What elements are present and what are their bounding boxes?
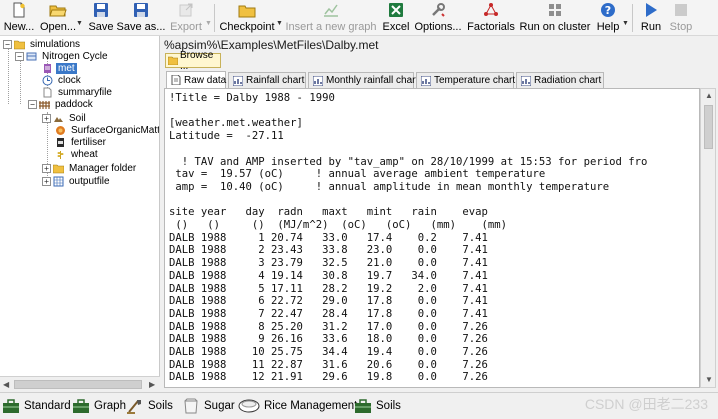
expand-toggle[interactable]: + xyxy=(42,114,51,123)
factorials-network-icon xyxy=(482,1,500,19)
excel-button[interactable]: Excel xyxy=(382,0,410,36)
help-icon: ? xyxy=(599,1,617,19)
open-button[interactable]: Open... xyxy=(40,0,76,36)
expand-toggle[interactable]: + xyxy=(42,164,51,173)
raw-data-text[interactable]: !Title = Dalby 1988 - 1990 [weather.met.… xyxy=(165,89,699,384)
toolbox-soils-2[interactable]: Soils xyxy=(354,397,401,415)
scroll-down-arrow-icon[interactable]: ▼ xyxy=(705,375,713,384)
document-icon xyxy=(42,87,53,98)
floppy-disk-icon xyxy=(92,1,110,19)
folder-icon xyxy=(13,39,26,50)
play-icon xyxy=(642,1,660,19)
simulation-tree[interactable]: − simulations − Nitrogen Cycle met clock… xyxy=(0,36,160,376)
fence-icon xyxy=(39,99,50,110)
open-folder-icon xyxy=(49,1,67,19)
tab-rainfall-chart[interactable]: Rainfall chart xyxy=(228,72,306,88)
chart-icon xyxy=(312,75,324,86)
shovel-icon xyxy=(126,398,144,414)
tree-node-wheat[interactable]: wheat xyxy=(55,148,100,161)
met-file-icon xyxy=(42,63,53,74)
svg-text:?: ? xyxy=(605,4,611,17)
expand-toggle[interactable]: + xyxy=(42,177,51,186)
toolbox-icon xyxy=(2,398,20,414)
scrollbar-thumb[interactable] xyxy=(704,105,713,149)
simulation-icon xyxy=(26,51,37,62)
wheat-icon xyxy=(55,149,66,160)
insert-graph-button[interactable]: Insert a new graph xyxy=(285,0,377,36)
tab-raw-data[interactable]: Raw data xyxy=(166,71,226,88)
toolbox-sugar[interactable]: Sugar xyxy=(182,397,235,415)
collapse-toggle[interactable]: − xyxy=(15,52,24,61)
tree-node-outputfile[interactable]: + outputfile xyxy=(42,175,112,188)
checkpoint-folder-icon xyxy=(238,1,256,19)
fertiliser-bag-icon xyxy=(55,137,66,148)
tools-icon xyxy=(429,1,447,19)
text-document-icon xyxy=(171,74,181,86)
run-on-cluster-button[interactable]: Run on cluster xyxy=(520,0,590,36)
toolbar-separator xyxy=(214,4,215,32)
clock-icon xyxy=(42,75,53,86)
output-grid-icon xyxy=(53,176,64,187)
stop-button[interactable]: Stop xyxy=(668,0,694,36)
tree-node-manager-folder[interactable]: + Manager folder xyxy=(42,162,138,175)
checkpoint-button[interactable]: Checkpoint xyxy=(219,0,275,36)
folder-icon xyxy=(167,56,179,66)
scrollbar-thumb[interactable] xyxy=(14,380,142,389)
tab-temperature-chart[interactable]: Temperature chart xyxy=(416,72,515,88)
toolbar-separator xyxy=(632,4,633,32)
tree-node-paddock[interactable]: − paddock xyxy=(28,98,95,111)
folder-icon xyxy=(52,163,65,174)
soil-icon xyxy=(53,113,64,124)
export-icon xyxy=(177,1,195,19)
sugar-bag-icon xyxy=(182,398,200,414)
export-dropdown-arrow[interactable]: ▼ xyxy=(205,20,212,27)
collapse-toggle[interactable]: − xyxy=(28,100,37,109)
save-button[interactable]: Save xyxy=(88,0,114,36)
scroll-right-arrow-icon[interactable]: ▶ xyxy=(149,380,155,389)
save-as-button[interactable]: Save as... xyxy=(117,0,165,36)
watermark-text: CSDN @田老二233 xyxy=(584,396,708,412)
content-vertical-scrollbar[interactable]: ▲ ▼ xyxy=(700,88,716,388)
new-button[interactable]: New... xyxy=(4,0,34,36)
scroll-left-arrow-icon[interactable]: ◀ xyxy=(3,380,9,389)
help-dropdown-arrow[interactable]: ▼ xyxy=(622,20,629,27)
factorials-button[interactable]: Factorials xyxy=(466,0,516,36)
help-button[interactable]: ? Help xyxy=(595,0,621,36)
main-toolbar: New... Open... ▼ Save Save as... Export … xyxy=(0,0,718,36)
excel-icon xyxy=(387,1,405,19)
toolbox-graph[interactable]: Graph xyxy=(72,397,126,415)
raw-data-text-area[interactable]: !Title = Dalby 1988 - 1990 [weather.met.… xyxy=(164,88,700,388)
cluster-icon xyxy=(546,1,564,19)
collapse-toggle[interactable]: − xyxy=(3,40,12,49)
chart-icon xyxy=(420,75,432,86)
scroll-up-arrow-icon[interactable]: ▲ xyxy=(705,91,713,100)
graph-icon xyxy=(322,1,340,19)
checkpoint-dropdown-arrow[interactable]: ▼ xyxy=(276,20,283,27)
options-button[interactable]: Options... xyxy=(414,0,462,36)
chart-icon xyxy=(520,75,532,86)
run-button[interactable]: Run xyxy=(638,0,664,36)
tab-radiation-chart[interactable]: Radiation chart xyxy=(516,72,604,88)
rice-bowl-icon xyxy=(238,398,260,414)
tree-connector xyxy=(20,58,21,104)
toolbox-rice-management[interactable]: Rice Management xyxy=(238,397,357,415)
toolbox-standard[interactable]: Standard xyxy=(2,397,71,415)
new-file-icon xyxy=(10,1,28,19)
tab-monthly-rainfall-chart[interactable]: Monthly rainfall chart xyxy=(308,72,418,88)
graph-toolbox-icon xyxy=(72,398,90,414)
floppy-disk-icon xyxy=(132,1,150,19)
chart-icon xyxy=(232,75,244,86)
export-button[interactable]: Export xyxy=(168,0,204,36)
tree-horizontal-scrollbar[interactable]: ◀ ▶ xyxy=(0,376,160,392)
residue-icon xyxy=(55,125,66,136)
browse-button[interactable]: Browse ... xyxy=(165,50,221,72)
tree-connector xyxy=(8,46,9,104)
open-dropdown-arrow[interactable]: ▼ xyxy=(76,20,83,27)
toolbox-soils[interactable]: Soils xyxy=(126,397,173,415)
soils-toolbox-icon xyxy=(354,398,372,414)
stop-icon xyxy=(672,1,690,19)
